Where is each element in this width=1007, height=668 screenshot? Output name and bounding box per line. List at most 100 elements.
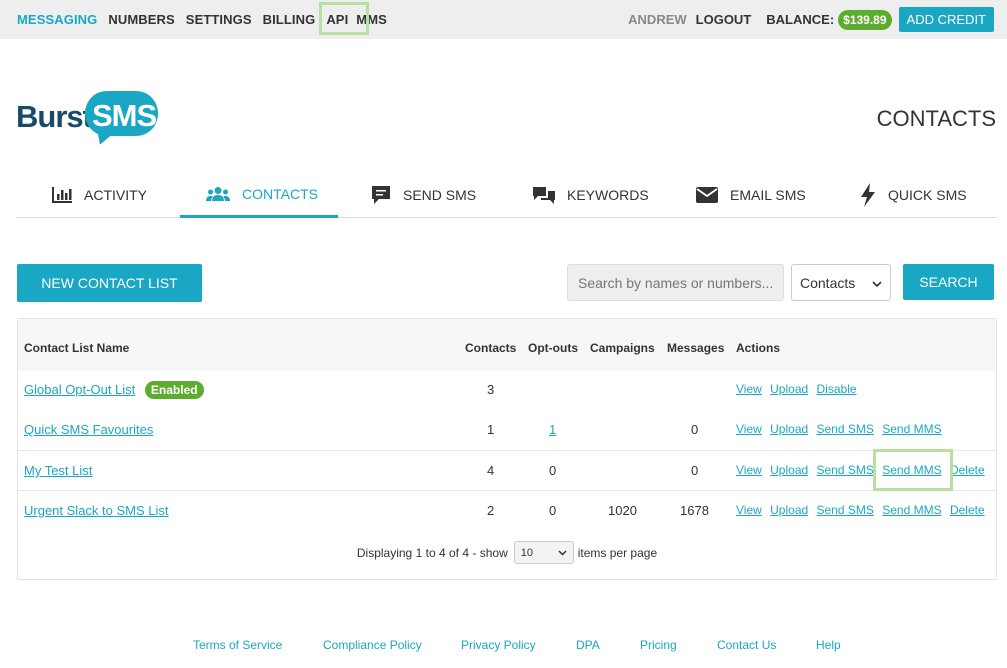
tab-send-sms-label: SEND SMS (403, 187, 477, 203)
footer-dpa-link[interactable]: DPA (576, 638, 600, 652)
top-nav: MESSAGING NUMBERS SETTINGS BILLING API M… (17, 12, 397, 27)
view-link[interactable]: View (736, 503, 762, 517)
status-badge: Enabled (144, 381, 204, 399)
send-mms-link[interactable]: Send MMS (882, 503, 941, 517)
upload-link[interactable]: Upload (770, 463, 808, 477)
comments-icon (533, 186, 555, 204)
new-contact-list-button[interactable]: NEW CONTACT LIST (17, 264, 202, 302)
list-name-link[interactable]: Quick SMS Favourites (24, 422, 153, 437)
tab-send-sms[interactable]: SEND SMS (371, 172, 476, 218)
tab-activity[interactable]: ACTIVITY (52, 172, 147, 218)
list-name-link[interactable]: Global Opt-Out List (24, 382, 135, 397)
send-mms-link[interactable]: Send MMS (882, 422, 941, 436)
nav-billing[interactable]: BILLING (263, 12, 316, 27)
add-credit-button[interactable]: ADD CREDIT (898, 7, 994, 32)
disable-link[interactable]: Disable (817, 382, 857, 396)
footer-compliance-link[interactable]: Compliance Policy (323, 638, 422, 652)
tab-email-sms-label: EMAIL SMS (730, 187, 806, 203)
comment-icon (371, 185, 391, 205)
tab-email-sms[interactable]: EMAIL SMS (696, 172, 806, 218)
campaigns-count: 1020 (608, 503, 637, 518)
upload-link[interactable]: Upload (770, 382, 808, 396)
table-row: Global Opt-Out List Enabled 3 View Uploa… (18, 370, 996, 410)
footer-help-link[interactable]: Help (816, 638, 841, 652)
col-actions: Actions (736, 341, 781, 355)
nav-settings[interactable]: SETTINGS (186, 12, 252, 27)
contacts-count: 3 (487, 382, 495, 397)
envelope-icon (696, 187, 718, 203)
upload-link[interactable]: Upload (770, 503, 808, 517)
logout-link[interactable]: LOGOUT (696, 12, 752, 27)
view-link[interactable]: View (736, 463, 762, 477)
search-type-select[interactable]: Contacts (791, 264, 891, 301)
tab-contacts[interactable]: CONTACTS (180, 172, 338, 218)
nav-numbers[interactable]: NUMBERS (108, 12, 174, 27)
send-mms-link[interactable]: Send MMS (882, 463, 941, 477)
send-sms-link[interactable]: Send SMS (817, 503, 874, 517)
nav-api[interactable]: API (326, 12, 348, 27)
footer-privacy-link[interactable]: Privacy Policy (461, 638, 536, 652)
footer-terms-link[interactable]: Terms of Service (193, 638, 282, 652)
search-type-value: Contacts (800, 274, 856, 291)
send-sms-link[interactable]: Send SMS (817, 422, 874, 436)
contacts-count: 1 (487, 422, 495, 437)
pager-to-word: to (425, 545, 436, 560)
nav-messaging[interactable]: MESSAGING (17, 12, 97, 27)
pager-show: - show (472, 545, 508, 560)
nav-mms[interactable]: MMS (346, 12, 397, 27)
contacts-count: 4 (487, 463, 495, 478)
items-per-page-value: 10 (520, 546, 533, 559)
logo-text-sms: SMS (92, 98, 157, 133)
search-button[interactable]: SEARCH (903, 264, 994, 300)
messages-count: 0 (691, 422, 699, 437)
table-header: Contact List Name Contacts Opt-outs Camp… (18, 319, 996, 371)
pagination: Displaying 1 to 4 of 4 - show 10 items p… (18, 541, 996, 564)
tab-contacts-label: CONTACTS (242, 185, 318, 202)
main-tabs: ACTIVITY CONTACTS SEND SMS KEYWORDS EMAI… (17, 172, 997, 218)
upload-link[interactable]: Upload (770, 422, 808, 436)
col-name: Contact List Name (24, 341, 130, 355)
view-link[interactable]: View (736, 422, 762, 436)
users-icon (206, 186, 230, 202)
account-area: ANDREW LOGOUT BALANCE: $139.89 ADD CREDI… (628, 7, 994, 32)
delete-link[interactable]: Delete (950, 503, 985, 517)
view-link[interactable]: View (736, 382, 762, 396)
top-bar: MESSAGING NUMBERS SETTINGS BILLING API M… (0, 0, 1007, 39)
burst-sms-logo[interactable]: Burst SMS (16, 90, 161, 146)
optouts-link[interactable]: 1 (549, 422, 556, 437)
send-sms-link[interactable]: Send SMS (817, 463, 874, 477)
contacts-count: 2 (487, 503, 495, 518)
col-messages: Messages (667, 341, 725, 355)
balance-label: BALANCE: (766, 12, 835, 27)
col-campaigns: Campaigns (590, 341, 655, 355)
pager-prefix: Displaying (356, 545, 413, 560)
messages-count: 1678 (680, 503, 709, 518)
logo-text-burst: Burst (16, 99, 93, 134)
table-row: My Test List 4 0 0 View Upload Send SMS … (18, 450, 996, 490)
col-optouts: Opt-outs (528, 341, 578, 355)
table-row: Urgent Slack to SMS List 2 0 1020 1678 V… (18, 490, 996, 530)
pager-total: 4 (462, 545, 470, 560)
tab-quick-sms-label: QUICK SMS (888, 187, 967, 203)
list-name-link[interactable]: My Test List (24, 463, 92, 478)
pager-to: 4 (438, 545, 446, 560)
pager-suffix: items per page (577, 545, 658, 560)
items-per-page-select[interactable]: 10 (513, 541, 574, 564)
tab-quick-sms[interactable]: QUICK SMS (860, 172, 967, 218)
footer-pricing-link[interactable]: Pricing (640, 638, 677, 652)
search-input[interactable] (567, 264, 784, 301)
footer: Terms of Service Compliance Policy Priva… (0, 638, 1007, 654)
bolt-icon (860, 183, 876, 207)
messages-count: 0 (691, 463, 699, 478)
pager-from: 1 (415, 545, 423, 560)
footer-contact-link[interactable]: Contact Us (717, 638, 776, 652)
list-name-link[interactable]: Urgent Slack to SMS List (24, 503, 169, 518)
tab-keywords[interactable]: KEYWORDS (533, 172, 649, 218)
tab-keywords-label: KEYWORDS (567, 187, 649, 203)
pager-of-word: of (449, 545, 460, 560)
chevron-down-icon (872, 275, 882, 291)
page-title: CONTACTS (876, 106, 996, 131)
username[interactable]: ANDREW (628, 12, 687, 27)
optouts-count: 0 (549, 503, 557, 518)
delete-link[interactable]: Delete (950, 463, 985, 477)
